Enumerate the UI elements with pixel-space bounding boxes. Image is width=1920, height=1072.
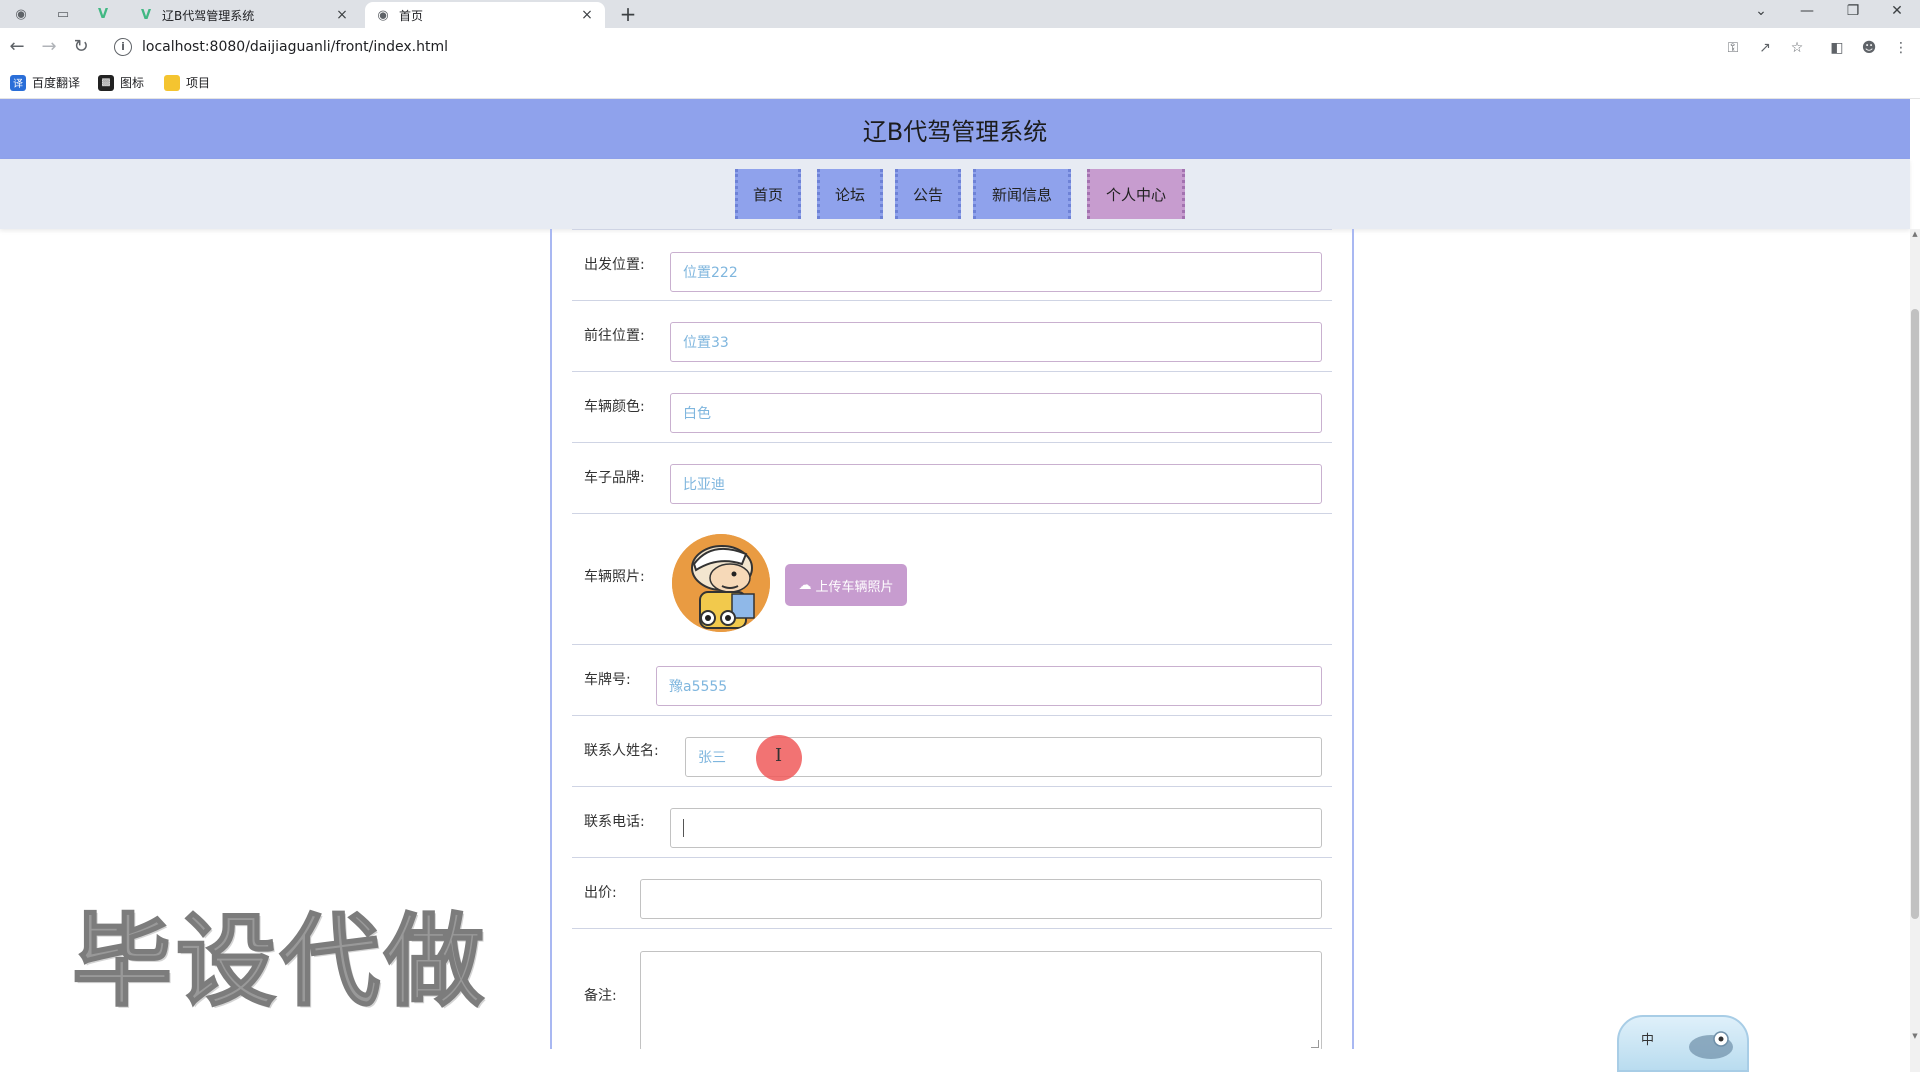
start-location-value: 位置222 [683, 265, 738, 281]
scroll-down-icon[interactable]: ▼ [1910, 1031, 1920, 1041]
key-icon[interactable]: ⚿ [1723, 38, 1743, 58]
bookmark-baidu-translate[interactable]: 译 百度翻译 [10, 74, 80, 91]
reload-icon[interactable]: ↻ [68, 34, 94, 60]
star-icon[interactable]: ☆ [1787, 38, 1807, 58]
restore-button[interactable]: ❐ [1830, 0, 1876, 24]
contact-name-label: 联系人姓名: [584, 743, 659, 759]
browser-tab-home[interactable]: ◉ 首页 × [365, 2, 605, 28]
watermark-text: 毕设代做 [71, 902, 488, 1021]
image-icon: ▩ [98, 74, 114, 91]
nav-forum[interactable]: 论坛 [817, 169, 883, 219]
profile-icon[interactable]: ☻ [1859, 38, 1879, 58]
form-row-price: 出价: [572, 858, 1332, 929]
destination-value: 位置33 [683, 335, 729, 351]
car-brand-value: 比亚迪 [683, 477, 725, 493]
form-row-brand: 车子品牌: 比亚迪 [572, 443, 1332, 514]
bookmark-label: 项目 [186, 76, 211, 90]
globe-icon[interactable]: ◉ [6, 3, 36, 25]
bookmarks-bar: 译 百度翻译 ▩ 图标 项目 [0, 66, 1920, 99]
car-brand-input[interactable]: 比亚迪 [670, 464, 1322, 504]
form-row-contact: 联系人姓名: 张三 [572, 716, 1332, 787]
cloud-upload-icon: ☁ [798, 577, 812, 593]
nav-personal-center[interactable]: 个人中心 [1087, 169, 1185, 219]
globe-icon: ◉ [377, 7, 389, 23]
start-location-input[interactable]: 位置222 [670, 252, 1322, 292]
address-bar[interactable]: i localhost:8080/daijiaguanli/front/inde… [106, 32, 1806, 62]
main-nav: 首页 论坛 公告 新闻信息 个人中心 [0, 159, 1910, 229]
site-title: 辽B代驾管理系统 [862, 117, 1048, 146]
contact-phone-input[interactable] [670, 808, 1322, 848]
destination-label: 前往位置: [584, 328, 645, 344]
vue-icon[interactable]: V [88, 3, 118, 25]
vehicle-color-input[interactable]: 白色 [670, 393, 1322, 433]
tab-title: 首页 [399, 8, 424, 23]
browser-toolbar: ← → ↻ i localhost:8080/daijiaguanli/fron… [0, 28, 1920, 66]
contact-name-value: 张三 [698, 750, 726, 766]
form-row-color: 车辆颜色: 白色 [572, 372, 1332, 443]
browser-tab-strip: ◉ ▭ V V 辽B代驾管理系统 × ◉ 首页 × + ⌄ — ❐ ✕ [0, 0, 1920, 28]
ime-widget[interactable]: 中 [1617, 1015, 1749, 1072]
text-caret [683, 819, 684, 837]
bookmark-label: 百度翻译 [32, 76, 81, 90]
folder-icon [164, 74, 180, 91]
vehicle-color-value: 白色 [683, 406, 711, 422]
url-text: localhost:8080/daijiaguanli/front/index.… [142, 39, 448, 55]
contact-phone-label: 联系电话: [584, 814, 645, 830]
bookmark-label: 图标 [120, 76, 145, 90]
browser-tab-admin[interactable]: V 辽B代驾管理系统 × [128, 2, 360, 28]
cartoon-boy-image [672, 534, 770, 632]
new-tab-button[interactable]: + [615, 2, 641, 26]
share-icon[interactable]: ↗ [1755, 38, 1775, 58]
ime-mode-label: 中 [1641, 1033, 1655, 1048]
nav-news[interactable]: 新闻信息 [973, 169, 1071, 219]
side-panel-icon[interactable]: ◧ [1827, 38, 1847, 58]
remark-label: 备注: [584, 988, 617, 1004]
ime-mascot-icon [1689, 1031, 1733, 1059]
nav-notice[interactable]: 公告 [895, 169, 961, 219]
form-row-destination: 前往位置: 位置33 [572, 301, 1332, 372]
car-brand-label: 车子品牌: [584, 470, 645, 486]
close-icon[interactable]: × [579, 7, 595, 23]
nav-home[interactable]: 首页 [735, 169, 801, 219]
order-form: 出发位置: 位置222 前往位置: 位置33 车辆颜色: 白色 车子品牌: 比亚… [550, 229, 1354, 1049]
form-row-start: 出发位置: 位置222 [572, 229, 1332, 301]
form-row-plate: 车牌号: 豫a5555 [572, 645, 1332, 716]
upload-button-label: 上传车辆照片 [815, 579, 894, 595]
bookmark-project[interactable]: 项目 [164, 74, 210, 91]
plate-number-input[interactable]: 豫a5555 [656, 666, 1322, 706]
minimize-button[interactable]: — [1784, 0, 1830, 24]
form-row-photo: 车辆照片: ☁ 上传车辆照片 [572, 514, 1332, 645]
remark-textarea[interactable] [640, 951, 1322, 1049]
start-label: 出发位置: [584, 257, 645, 273]
close-icon[interactable]: × [334, 7, 350, 23]
info-icon[interactable]: i [114, 38, 132, 56]
scroll-up-icon[interactable]: ▲ [1910, 229, 1920, 239]
blank-tab-icon[interactable]: ▭ [48, 3, 78, 25]
vehicle-photo-label: 车辆照片: [584, 569, 645, 585]
upload-vehicle-photo-button[interactable]: ☁ 上传车辆照片 [785, 564, 907, 606]
menu-icon[interactable]: ⋮ [1891, 38, 1911, 58]
price-input[interactable] [640, 879, 1322, 919]
site-header: 辽B代驾管理系统 [0, 99, 1910, 159]
tab-title: 辽B代驾管理系统 [162, 8, 255, 23]
price-label: 出价: [584, 885, 617, 901]
bookmark-icons[interactable]: ▩ 图标 [98, 74, 144, 91]
plate-number-value: 豫a5555 [669, 679, 728, 695]
close-window-button[interactable]: ✕ [1874, 0, 1920, 24]
vue-icon: V [140, 7, 152, 23]
text-cursor-icon: I [775, 745, 783, 766]
translate-icon: 译 [10, 74, 26, 91]
back-icon[interactable]: ← [4, 34, 30, 60]
form-row-remark: 备注: [572, 929, 1332, 1049]
destination-input[interactable]: 位置33 [670, 322, 1322, 362]
forward-icon[interactable]: → [36, 34, 62, 60]
form-row-phone: 联系电话: [572, 787, 1332, 858]
page-scrollbar[interactable]: ▲ ▼ [1910, 229, 1920, 1072]
vehicle-color-label: 车辆颜色: [584, 399, 645, 415]
resize-handle[interactable] [1311, 1040, 1319, 1048]
vehicle-photo-thumbnail [672, 534, 770, 632]
scrollbar-thumb[interactable] [1911, 309, 1919, 919]
chevron-down-icon[interactable]: ⌄ [1738, 0, 1784, 24]
plate-number-label: 车牌号: [584, 672, 631, 688]
